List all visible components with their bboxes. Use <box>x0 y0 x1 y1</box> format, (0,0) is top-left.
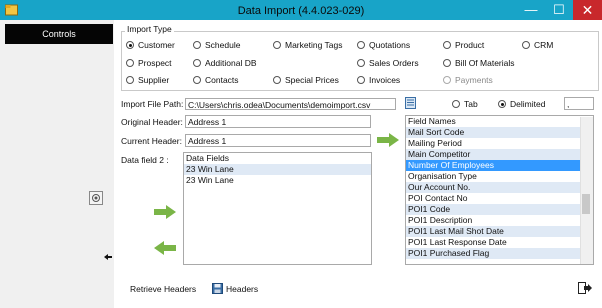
controls-tab[interactable]: Controls <box>5 24 113 44</box>
radio-dot-tab <box>452 100 460 108</box>
radio-dot-additional-db <box>193 59 201 67</box>
radio-dot-marketing-tags <box>273 41 281 49</box>
original-header-label: Original Header: <box>121 117 183 127</box>
field-names-scrollbar[interactable] <box>580 117 593 264</box>
radio-product[interactable]: Product <box>443 39 484 51</box>
map-to-field-arrow-icon[interactable] <box>377 133 399 147</box>
radio-bill-of-materials[interactable]: Bill Of Materials <box>443 57 515 69</box>
radio-dot-invoices <box>357 76 365 84</box>
radio-dot-contacts <box>193 76 201 84</box>
data-fields-list[interactable]: Data Fields 23 Win Lane 23 Win Lane <box>183 152 372 265</box>
current-header-field[interactable]: Address 1 <box>185 134 371 147</box>
radio-dot-crm <box>522 41 530 49</box>
radio-contacts[interactable]: Contacts <box>193 74 239 86</box>
field-name-item[interactable]: Organisation Type <box>406 171 593 182</box>
headers-button[interactable]: Headers <box>226 283 258 295</box>
import-file-path-field[interactable]: C:\Users\chris.odea\Documents\demoimport… <box>185 98 396 110</box>
maximize-button[interactable]: ☐ <box>545 0 573 20</box>
radio-sales-orders[interactable]: Sales Orders <box>357 57 419 69</box>
field-name-item[interactable]: POI1 Last Mail Shot Date <box>406 226 593 237</box>
radio-dot-sales-orders <box>357 59 365 67</box>
radio-dot-special-prices <box>273 76 281 84</box>
data-field-header: Data Fields <box>186 153 229 163</box>
close-button[interactable]: ✕ <box>573 0 602 20</box>
exit-icon[interactable] <box>578 282 592 294</box>
save-icon[interactable] <box>212 283 223 294</box>
field-name-item-selected[interactable]: Number Of Employees <box>406 160 593 171</box>
radio-special-prices[interactable]: Special Prices <box>273 74 339 86</box>
radio-dot-bill-of-materials <box>443 59 451 67</box>
data-field-item[interactable]: 23 Win Lane <box>184 175 371 186</box>
preview-icon[interactable] <box>89 191 103 205</box>
field-names-scroll-thumb[interactable] <box>582 194 590 214</box>
field-name-item[interactable]: POI1 Last Response Date <box>406 237 593 248</box>
field-name-item[interactable]: POI1 Purchased Flag <box>406 248 593 259</box>
window-title: Data Import (4.4.023-029) <box>237 5 365 17</box>
radio-tab[interactable]: Tab <box>452 98 478 110</box>
radio-dot-payments <box>443 76 451 84</box>
right-arrow-icon[interactable] <box>154 205 176 219</box>
radio-prospect[interactable]: Prospect <box>126 57 172 69</box>
radio-dot-prospect <box>126 59 134 67</box>
browse-file-icon[interactable] <box>405 97 416 109</box>
field-name-item[interactable]: Main Competitor <box>406 149 593 160</box>
field-name-item[interactable]: POI Contact No <box>406 193 593 204</box>
radio-dot-quotations <box>357 41 365 49</box>
back-arrow-icon[interactable] <box>104 254 112 260</box>
minimize-button[interactable]: — <box>517 0 545 20</box>
import-file-path-label: Import File Path: <box>121 99 184 109</box>
left-arrow-icon[interactable] <box>154 241 176 255</box>
radio-dot-customer <box>126 41 134 49</box>
radio-crm[interactable]: CRM <box>522 39 553 51</box>
current-header-label: Current Header: <box>121 136 182 146</box>
radio-marketing-tags[interactable]: Marketing Tags <box>273 39 342 51</box>
field-name-item[interactable]: Mail Sort Code <box>406 127 593 138</box>
field-names-list[interactable]: Field Names Mail Sort Code Mailing Perio… <box>405 115 594 265</box>
original-header-field[interactable]: Address 1 <box>185 115 371 128</box>
radio-quotations[interactable]: Quotations <box>357 39 410 51</box>
field-name-item[interactable]: POI1 Code <box>406 204 593 215</box>
radio-dot-supplier <box>126 76 134 84</box>
field-names-header: Field Names <box>408 116 456 126</box>
left-panel <box>0 20 114 308</box>
delimiter-field[interactable]: , <box>564 97 594 110</box>
radio-additional-db[interactable]: Additional DB <box>193 57 257 69</box>
radio-delimited[interactable]: Delimited <box>498 98 545 110</box>
radio-dot-delimited <box>498 100 506 108</box>
retrieve-headers-button[interactable]: Retrieve Headers <box>130 283 196 295</box>
radio-dot-product <box>443 41 451 49</box>
radio-invoices[interactable]: Invoices <box>357 74 400 86</box>
import-type-title: Import Type <box>125 24 174 34</box>
field-name-item[interactable]: Our Account No. <box>406 182 593 193</box>
radio-dot-schedule <box>193 41 201 49</box>
data-field-label: Data field 2 : <box>121 155 169 165</box>
field-name-item[interactable]: POI1 Description <box>406 215 593 226</box>
radio-customer[interactable]: Customer <box>126 39 175 51</box>
radio-supplier[interactable]: Supplier <box>126 74 169 86</box>
field-name-item[interactable]: Mailing Period <box>406 138 593 149</box>
radio-payments: Payments <box>443 74 493 86</box>
radio-schedule[interactable]: Schedule <box>193 39 240 51</box>
data-field-item[interactable]: 23 Win Lane <box>184 164 371 175</box>
